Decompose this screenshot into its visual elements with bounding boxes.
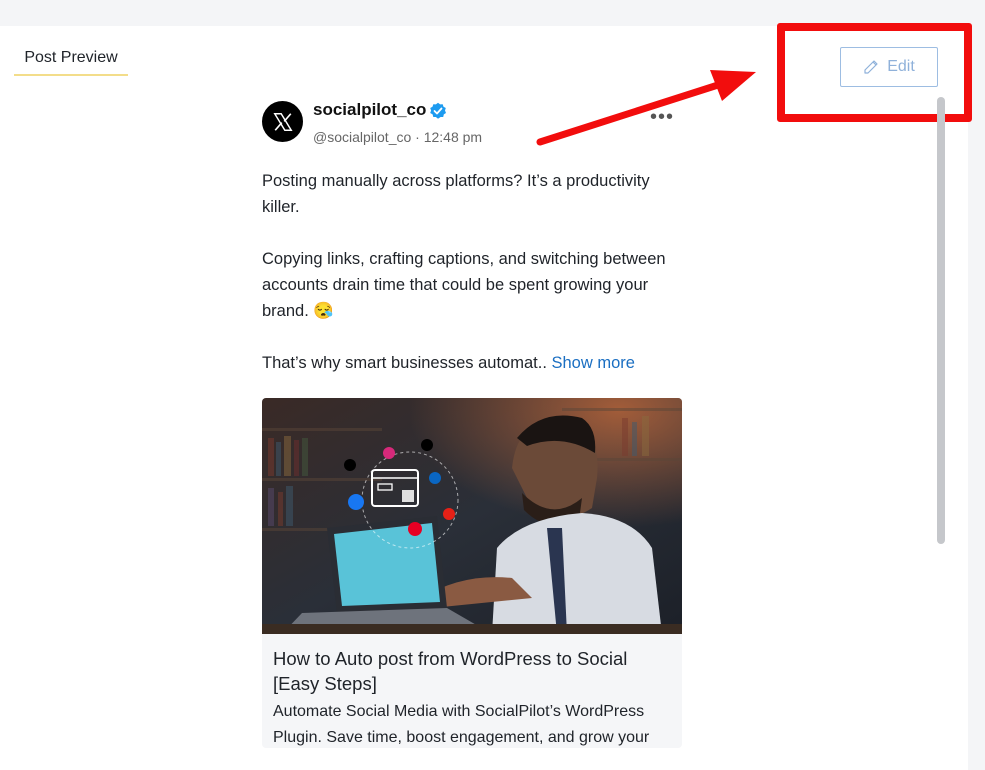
tab-post-preview[interactable]: Post Preview: [14, 46, 128, 76]
scrollbar[interactable]: [937, 97, 945, 544]
more-options-icon[interactable]: •••: [648, 107, 676, 130]
show-more-link[interactable]: Show more: [552, 354, 635, 372]
card-title[interactable]: How to Auto post from WordPress to Socia…: [273, 646, 673, 696]
handle-and-time: @socialpilot_co · 12:48 pm: [313, 129, 482, 145]
post-paragraph: Posting manually across platforms? It’s …: [262, 172, 650, 216]
post-time: 12:48 pm: [423, 129, 483, 145]
separator: ·: [415, 129, 420, 145]
x-logo-icon: [272, 112, 293, 131]
card-image: [262, 398, 682, 634]
post-paragraph: Copying links, crafting captions, and sw…: [262, 250, 666, 320]
post-paragraph-text: That’s why smart businesses automat..: [262, 354, 547, 372]
handle: @socialpilot_co: [313, 129, 412, 145]
post-text: Posting manually across platforms? It’s …: [262, 168, 682, 376]
post-paragraph: That’s why smart businesses automat.. Sh…: [262, 350, 682, 376]
link-preview-card[interactable]: How to Auto post from WordPress to Socia…: [262, 398, 682, 748]
card-description: Automate Social Media with SocialPilot’s…: [273, 703, 650, 746]
account-name[interactable]: socialpilot_co: [313, 100, 426, 120]
verified-badge-icon: [430, 102, 446, 119]
avatar[interactable]: [262, 101, 303, 142]
